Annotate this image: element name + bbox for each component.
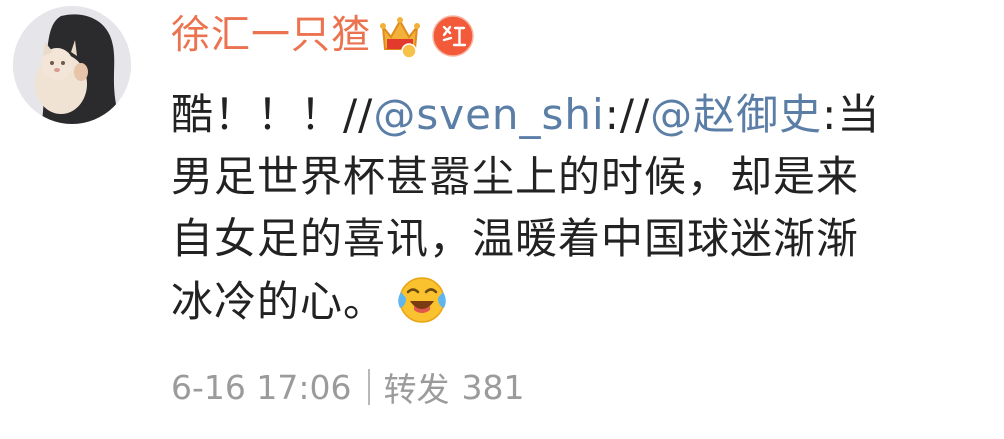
post-meta: 6-16 17:06 转发 381 <box>171 362 525 412</box>
laughing-tears-emoji-icon <box>394 270 450 326</box>
crown-badge-icon[interactable] <box>379 13 421 59</box>
meta-divider <box>367 369 370 405</box>
mention-link[interactable]: @赵御史 <box>650 90 822 139</box>
mention-link[interactable]: @sven_shi <box>373 90 604 139</box>
red-vip-badge-icon[interactable] <box>431 14 475 58</box>
content-text: :当 <box>822 90 881 139</box>
username[interactable]: 徐汇一只猹 <box>171 7 371 65</box>
timestamp[interactable]: 6-16 17:06 <box>171 368 352 407</box>
repost-separator: // <box>343 90 374 139</box>
content-line-1: 酷！！！//@sven_shi://@赵御史:当 <box>171 84 971 146</box>
content-line-2: 男足世界杯甚嚣尘上的时候，却是来 <box>171 152 860 201</box>
avatar[interactable] <box>13 6 131 124</box>
repost-count[interactable]: 381 <box>462 368 525 407</box>
repost-label[interactable]: 转发 <box>384 363 450 411</box>
content-line-3: 自女足的喜讯，温暖着中国球迷渐渐 <box>171 214 860 263</box>
content-text: 酷！！！ <box>171 90 344 139</box>
content-text: 冰冷的心。 <box>171 277 387 326</box>
repost-separator: :// <box>604 90 651 139</box>
content-line-4: 冰冷的心。 <box>171 270 971 332</box>
weibo-post: 徐汇一只猹 酷！！！//@sven_shi://@赵御史:当 男足世界杯甚嚣尘上… <box>0 0 1004 439</box>
username-row: 徐汇一只猹 <box>171 7 475 65</box>
post-content: 酷！！！//@sven_shi://@赵御史:当 男足世界杯甚嚣尘上的时候，却是… <box>171 84 971 332</box>
